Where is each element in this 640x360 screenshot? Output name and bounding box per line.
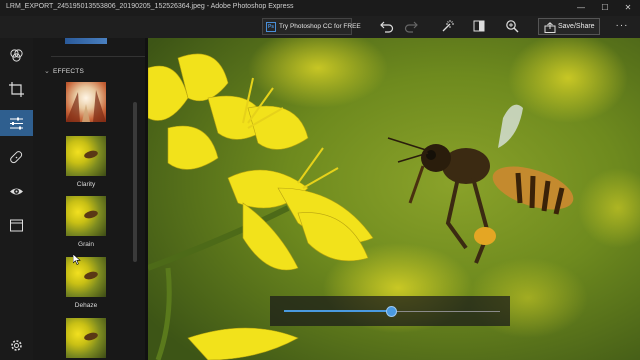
looks-icon[interactable]	[0, 42, 33, 68]
maximize-button[interactable]: ☐	[594, 0, 616, 16]
magic-wand-icon[interactable]	[440, 19, 456, 35]
try-photoshop-label: Try Photoshop CC for FREE	[279, 23, 361, 30]
healing-icon[interactable]	[0, 144, 33, 170]
effects-panel: ⌄ EFFECTS Clarity Grain Dehaze	[33, 38, 148, 360]
redo-icon[interactable]	[404, 19, 420, 35]
effect-label-grain: Grain	[78, 241, 94, 248]
title-bar: LRM_EXPORT_245195013553806_20190205_1525…	[0, 0, 640, 16]
chevron-down-icon: ⌄	[44, 68, 51, 75]
section-header-effects[interactable]: ⌄ EFFECTS	[44, 68, 85, 75]
effect-thumbnail-dehaze[interactable]	[66, 257, 106, 297]
save-share-label: Save/Share	[558, 23, 595, 30]
more-options-button[interactable]: ···	[612, 19, 632, 35]
panel-scrollbar[interactable]	[133, 102, 137, 262]
tool-rail	[0, 38, 33, 360]
undo-icon[interactable]	[380, 19, 396, 35]
crop-icon[interactable]	[0, 76, 33, 102]
mouse-cursor-icon	[73, 254, 81, 265]
share-icon	[544, 22, 556, 33]
compare-icon[interactable]	[472, 19, 488, 35]
adjustment-slider[interactable]	[270, 296, 510, 326]
section-title: EFFECTS	[53, 68, 85, 75]
effect-thumbnail[interactable]	[65, 38, 107, 44]
effect-thumbnail[interactable]	[66, 318, 106, 358]
effect-thumbnail-grain[interactable]	[66, 196, 106, 236]
bee-image	[83, 209, 99, 220]
try-photoshop-button[interactable]: Ps Try Photoshop CC for FREE	[262, 18, 361, 35]
photoshop-icon: Ps	[266, 22, 276, 32]
settings-icon[interactable]	[0, 332, 33, 358]
slider-fill	[284, 310, 392, 312]
red-eye-icon[interactable]	[0, 178, 33, 204]
effect-label-dehaze: Dehaze	[74, 302, 98, 309]
effect-label-clarity: Clarity	[76, 181, 96, 188]
divider	[51, 56, 146, 57]
effect-preview	[66, 90, 106, 122]
toolbar: Ps Try Photoshop CC for FREE Save/Share …	[0, 16, 640, 38]
effect-thumbnail-clarity[interactable]	[66, 136, 106, 176]
bee-image	[83, 270, 99, 281]
effect-thumbnail[interactable]	[66, 82, 106, 122]
window-title: LRM_EXPORT_245195013553806_20190205_1525…	[6, 3, 294, 10]
close-button[interactable]: ✕	[617, 0, 639, 16]
bee-image	[83, 149, 99, 160]
zoom-icon[interactable]	[505, 19, 521, 35]
bee-image	[83, 331, 99, 342]
frames-icon[interactable]	[0, 212, 33, 238]
slider-handle[interactable]	[386, 306, 397, 317]
save-share-button[interactable]: Save/Share	[538, 18, 600, 35]
adjustments-icon[interactable]	[0, 110, 33, 136]
minimize-button[interactable]: —	[570, 0, 592, 16]
